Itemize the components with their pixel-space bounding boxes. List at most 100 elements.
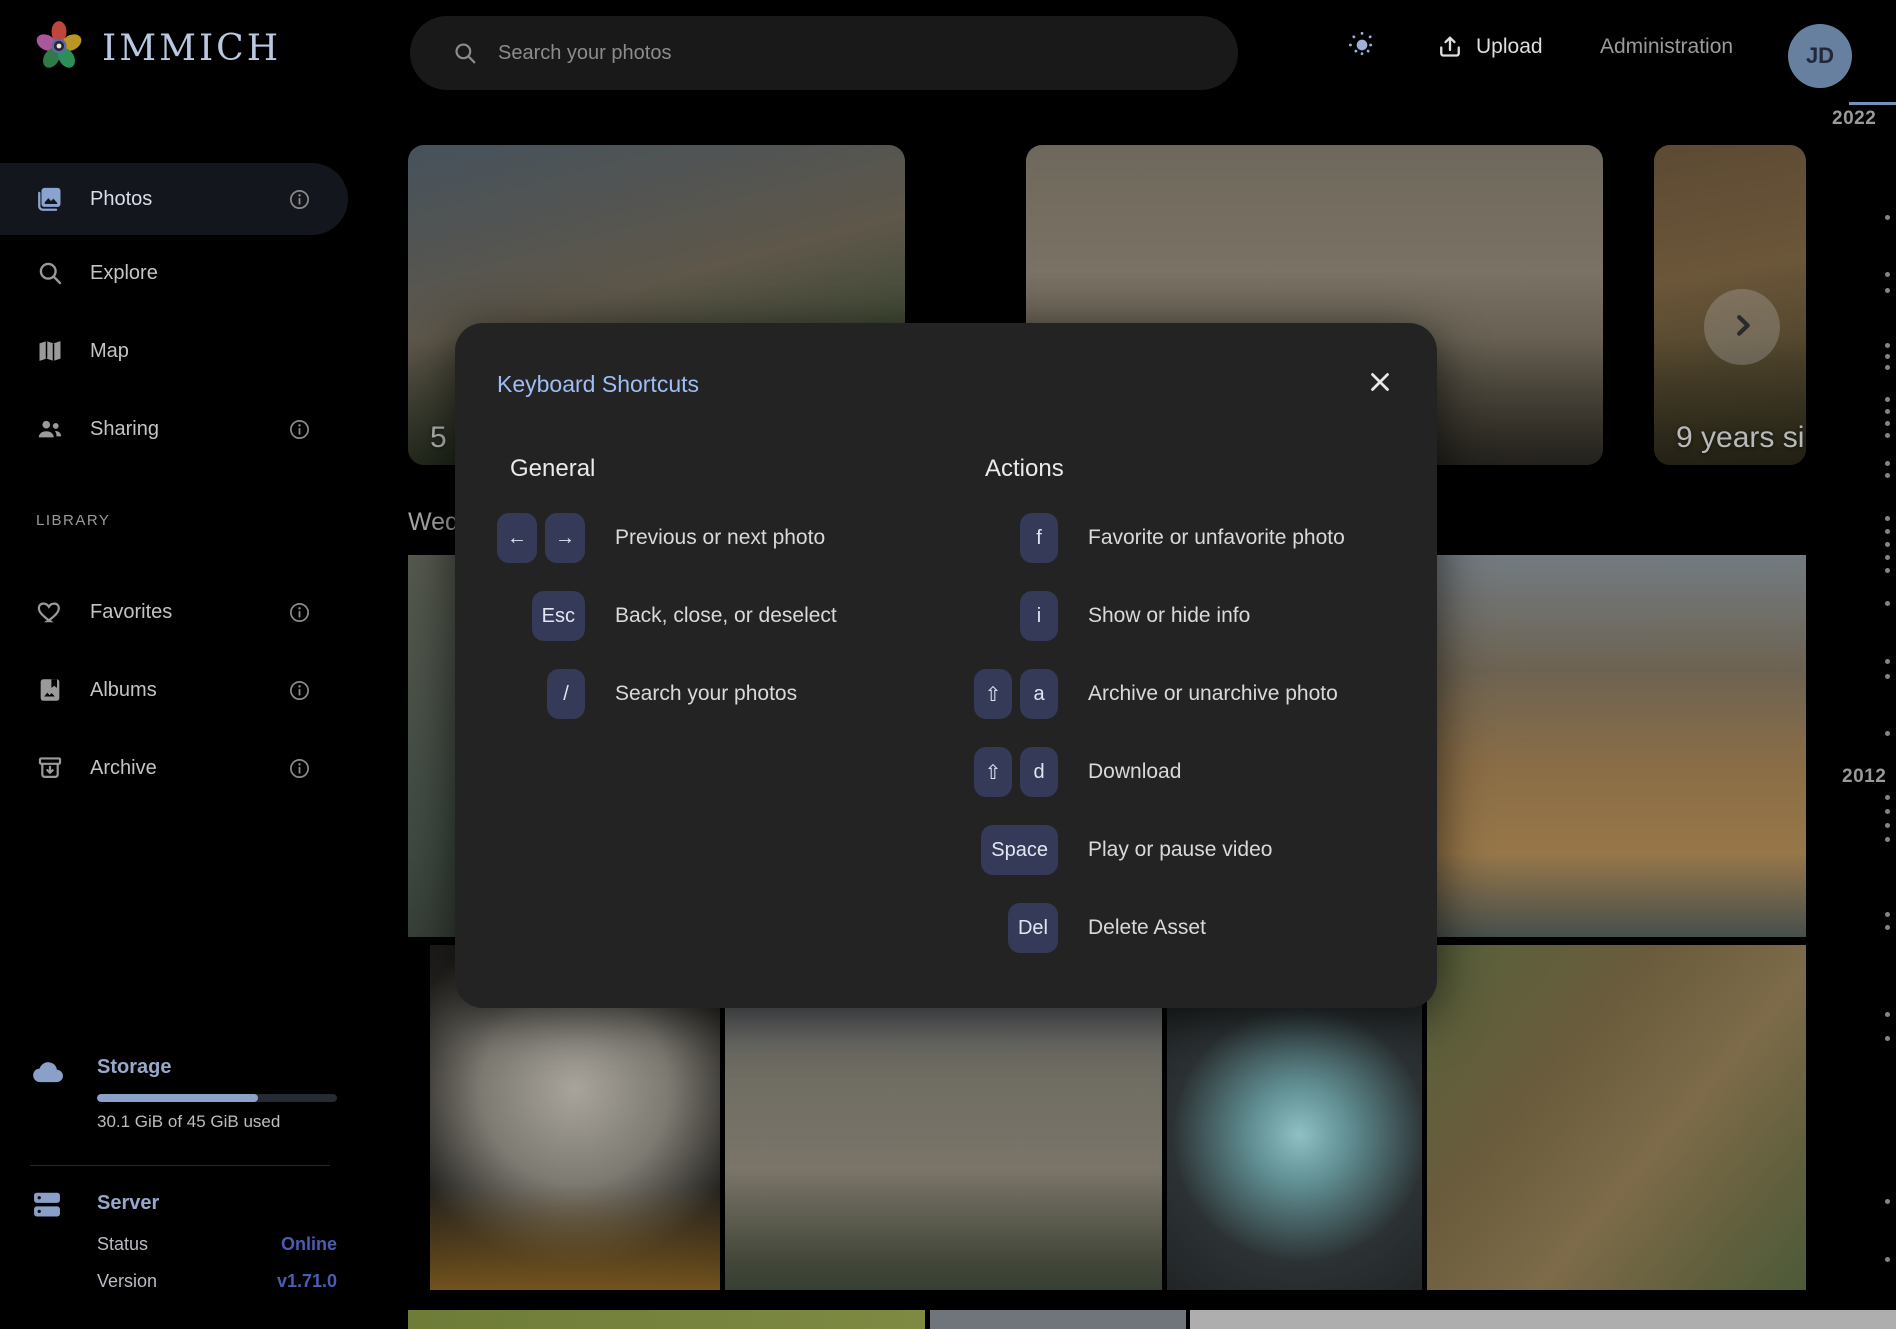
info-icon[interactable]	[288, 757, 311, 780]
theme-toggle-button[interactable]	[1346, 0, 1378, 94]
sidebar-item-label: Map	[90, 340, 129, 363]
scrubber-position-line	[1849, 102, 1896, 105]
shortcut-section-general: General←→Previous or next photoEscBack, …	[497, 455, 927, 747]
sidebar-item-label: Explore	[90, 262, 158, 285]
scrubber-segment-dot	[1885, 1257, 1890, 1262]
sidebar-item-label: Archive	[90, 757, 157, 780]
scrubber-segment-dot	[1885, 516, 1890, 521]
cloud-icon	[30, 1056, 68, 1086]
avatar-initials: JD	[1806, 43, 1834, 69]
scrubber-segment-dot	[1885, 1012, 1890, 1017]
key-chip: Del	[1008, 903, 1058, 953]
shortcut-keys: /	[497, 669, 585, 719]
scrubber-year-mid: 2012	[1842, 766, 1886, 788]
shortcut-label: Play or pause video	[1088, 838, 1272, 862]
people-icon	[36, 415, 64, 443]
album-icon	[36, 676, 64, 704]
search-icon	[452, 40, 478, 66]
sidebar-item-albums[interactable]: Albums	[0, 663, 348, 717]
photo-strip-light[interactable]	[1190, 1310, 1896, 1329]
shortcut-row: ⇧d Download	[938, 747, 1398, 797]
sidebar-item-favorites[interactable]: Favorites	[0, 585, 348, 639]
sidebar-item-label: Sharing	[90, 418, 159, 441]
scrubber-segment-dot	[1885, 461, 1890, 466]
shortcut-label: Search your photos	[615, 682, 797, 706]
shortcut-keys: i	[938, 591, 1058, 641]
search-bar[interactable]	[410, 16, 1238, 90]
logo-wordmark: IMMICH	[102, 28, 281, 69]
server-version-label: Version	[97, 1271, 157, 1292]
scrubber-segment-dot	[1885, 421, 1890, 426]
shortcut-row: ←→ Previous or next photo	[497, 513, 927, 563]
scrubber-segment-dot	[1885, 433, 1890, 438]
scrubber-segment-dot	[1885, 837, 1890, 842]
shortcut-label: Archive or unarchive photo	[1088, 682, 1338, 706]
info-icon[interactable]	[288, 418, 311, 441]
key-chip: a	[1020, 669, 1058, 719]
photo-lizard[interactable]	[1427, 945, 1806, 1290]
shortcut-keys: ←→	[497, 513, 585, 563]
scrubber-segment-dot	[1885, 397, 1890, 402]
memory-label: 9 years si	[1676, 421, 1804, 455]
sidebar-item-explore[interactable]: Explore	[0, 246, 348, 300]
shortcut-keys: Space	[938, 825, 1058, 875]
scrubber-segment-dot	[1885, 925, 1890, 930]
immich-logo[interactable]: IMMICH	[30, 17, 281, 80]
scrubber-segment-dot	[1885, 823, 1890, 828]
shortcut-keys: ⇧a	[938, 669, 1058, 719]
scrubber-segment-dot	[1885, 529, 1890, 534]
upload-label: Upload	[1476, 35, 1543, 59]
shortcut-row: ⇧a Archive or unarchive photo	[938, 669, 1398, 719]
server-version-value: v1.71.0	[277, 1271, 337, 1292]
shortcut-label: Download	[1088, 760, 1181, 784]
photo-strip-gray[interactable]	[930, 1310, 1186, 1329]
modal-close-button[interactable]	[1365, 367, 1395, 397]
memory-next-button[interactable]	[1704, 289, 1780, 365]
storage-title: Storage	[97, 1056, 171, 1079]
sidebar-item-label: Photos	[90, 188, 152, 211]
scrubber-segment-dot	[1885, 912, 1890, 917]
key-chip: →	[545, 513, 585, 563]
administration-label: Administration	[1600, 35, 1733, 59]
sidebar-item-map[interactable]: Map	[0, 324, 348, 378]
sidebar-item-archive[interactable]: Archive	[0, 741, 348, 795]
scrubber-segment-dot	[1885, 568, 1890, 573]
info-icon[interactable]	[288, 601, 311, 624]
keyboard-shortcuts-modal: Keyboard Shortcuts General←→Previous or …	[455, 323, 1437, 1008]
key-chip: ←	[497, 513, 537, 563]
info-icon[interactable]	[288, 188, 311, 211]
sidebar: LIBRARY Storage 30.1 GiB of 45 GiB used …	[0, 94, 348, 1329]
info-icon[interactable]	[288, 679, 311, 702]
timeline-scrubber[interactable]: 2022 2012	[1806, 94, 1896, 1329]
administration-link[interactable]: Administration	[1600, 0, 1733, 94]
shortcut-row: / Search your photos	[497, 669, 927, 719]
storage-progress-bar	[97, 1094, 337, 1102]
shortcut-keys: Esc	[497, 591, 585, 641]
scrubber-segment-dot	[1885, 542, 1890, 547]
server-title: Server	[97, 1192, 159, 1215]
immich-flower-icon	[30, 17, 88, 80]
shortcut-label: Favorite or unfavorite photo	[1088, 526, 1345, 550]
immich-app: 5 y9 years si Wed, 2022 2012	[0, 0, 1896, 1329]
chevron-right-icon	[1725, 308, 1759, 347]
key-chip: Space	[981, 825, 1058, 875]
user-avatar[interactable]: JD	[1788, 24, 1852, 88]
key-chip: Esc	[532, 591, 585, 641]
sidebar-item-label: Favorites	[90, 601, 172, 624]
storage-used-text: 30.1 GiB of 45 GiB used	[97, 1112, 280, 1132]
photo-strip-field[interactable]	[408, 1310, 925, 1329]
key-chip: ⇧	[974, 747, 1012, 797]
sidebar-item-sharing[interactable]: Sharing	[0, 402, 348, 456]
heart-icon	[36, 598, 64, 626]
shortcut-label: Previous or next photo	[615, 526, 825, 550]
upload-button[interactable]: Upload	[1436, 0, 1543, 94]
sidebar-divider	[30, 1165, 330, 1166]
shortcut-keys: ⇧d	[938, 747, 1058, 797]
shortcut-label: Show or hide info	[1088, 604, 1250, 628]
search-input[interactable]	[496, 41, 1100, 66]
scrubber-year-top: 2022	[1832, 108, 1876, 130]
sidebar-item-photos[interactable]: Photos	[0, 163, 348, 235]
scrubber-segment-dot	[1885, 354, 1890, 359]
scrubber-segment-dot	[1885, 473, 1890, 478]
shortcut-keys: f	[938, 513, 1058, 563]
